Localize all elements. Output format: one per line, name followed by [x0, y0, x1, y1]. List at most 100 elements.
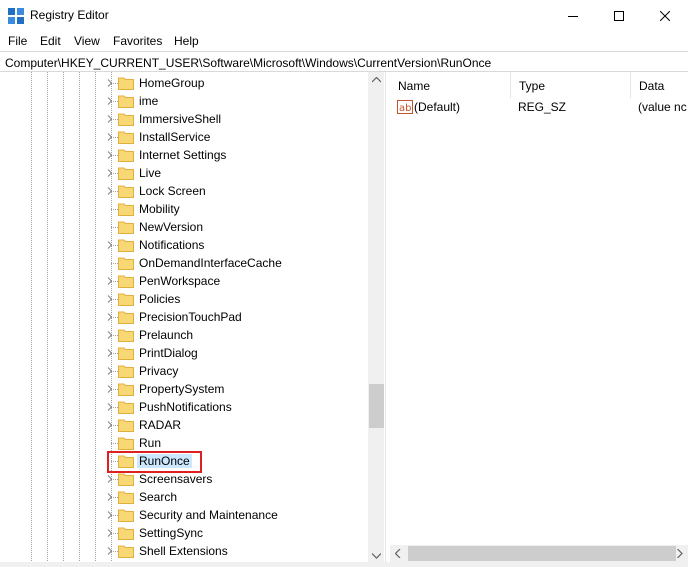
chevron-right-icon[interactable]	[106, 313, 114, 321]
tree-item[interactable]: Lock Screen	[0, 182, 368, 200]
chevron-right-icon[interactable]	[106, 385, 114, 393]
tree-item-label: SettingSync	[139, 526, 204, 540]
value-name: (Default)	[414, 100, 461, 114]
tree-item-label: Security and Maintenance	[139, 508, 278, 522]
string-value-icon: ab	[397, 100, 413, 114]
chevron-right-icon[interactable]	[106, 169, 114, 177]
tree-item-label: ImmersiveShell	[139, 112, 222, 126]
tree-item[interactable]: Shell Extensions	[0, 542, 368, 560]
chevron-right-icon[interactable]	[106, 277, 114, 285]
tree-item[interactable]: RADAR	[0, 416, 368, 434]
tree-item[interactable]: Security and Maintenance	[0, 506, 368, 524]
address-path[interactable]: Computer\HKEY_CURRENT_USER\Software\Micr…	[5, 56, 491, 70]
minimize-button[interactable]	[550, 0, 596, 31]
menu-file[interactable]: File	[8, 34, 27, 48]
tree-item[interactable]: Run	[0, 434, 368, 452]
scroll-up-icon[interactable]	[372, 77, 381, 83]
tree-item-label: Prelaunch	[139, 328, 194, 342]
column-header-data[interactable]: Data	[631, 72, 688, 98]
folder-icon	[118, 419, 134, 432]
tree-item[interactable]: PushNotifications	[0, 398, 368, 416]
status-bar	[0, 562, 688, 567]
menu-favorites[interactable]: Favorites	[113, 34, 162, 48]
chevron-right-icon[interactable]	[106, 151, 114, 159]
tree-item[interactable]: ImmersiveShell	[0, 110, 368, 128]
key-tree[interactable]: HomeGroup ime ImmersiveShell InstallService…	[0, 72, 384, 567]
tree-item[interactable]: Privacy	[0, 362, 368, 380]
menu-help[interactable]: Help	[174, 34, 199, 48]
tree-item[interactable]: HomeGroup	[0, 74, 368, 92]
chevron-right-icon[interactable]	[106, 349, 114, 357]
chevron-right-icon[interactable]	[106, 367, 114, 375]
maximize-button[interactable]	[596, 0, 642, 31]
scroll-right-icon[interactable]	[677, 549, 683, 558]
folder-icon	[118, 401, 134, 414]
scroll-left-icon[interactable]	[395, 549, 401, 558]
window-title: Registry Editor	[30, 8, 109, 22]
chevron-right-icon[interactable]	[106, 421, 114, 429]
minimize-icon	[568, 15, 578, 17]
tree-vertical-scrollbar[interactable]	[368, 72, 384, 567]
chevron-right-icon[interactable]	[106, 79, 114, 87]
tree-item[interactable]: Internet Settings	[0, 146, 368, 164]
menu-view[interactable]: View	[74, 34, 100, 48]
folder-icon	[118, 311, 134, 324]
tree-item[interactable]: NewVersion	[0, 218, 368, 236]
chevron-right-icon[interactable]	[106, 529, 114, 537]
folder-icon	[118, 95, 134, 108]
column-header-type[interactable]: Type	[511, 72, 631, 98]
folder-icon	[118, 77, 134, 90]
close-button[interactable]	[642, 0, 688, 31]
menu-edit[interactable]: Edit	[40, 34, 61, 48]
scroll-down-icon[interactable]	[372, 553, 381, 559]
chevron-right-icon[interactable]	[106, 295, 114, 303]
chevron-right-icon[interactable]	[106, 493, 114, 501]
chevron-right-icon[interactable]	[106, 241, 114, 249]
tree-scroll-thumb[interactable]	[369, 384, 384, 428]
list-horizontal-scrollbar[interactable]	[390, 545, 688, 562]
maximize-icon	[614, 10, 624, 21]
tree-item[interactable]: PropertySystem	[0, 380, 368, 398]
chevron-right-icon[interactable]	[106, 475, 114, 483]
folder-icon	[118, 257, 134, 270]
folder-icon	[118, 491, 134, 504]
tree-item[interactable]: Prelaunch	[0, 326, 368, 344]
list-scroll-thumb[interactable]	[408, 546, 676, 561]
chevron-right-icon[interactable]	[106, 511, 114, 519]
chevron-right-icon[interactable]	[106, 115, 114, 123]
folder-icon	[118, 185, 134, 198]
tree-item-label: Mobility	[139, 202, 180, 216]
tree-item[interactable]: OnDemandInterfaceCache	[0, 254, 368, 272]
chevron-right-icon[interactable]	[106, 97, 114, 105]
tree-item[interactable]: Mobility	[0, 200, 368, 218]
address-bar[interactable]: Computer\HKEY_CURRENT_USER\Software\Micr…	[0, 51, 688, 72]
tree-item-label: Internet Settings	[139, 148, 227, 162]
tree-item[interactable]: ime	[0, 92, 368, 110]
value-row[interactable]: ab (Default) REG_SZ (value nc	[390, 98, 688, 116]
tree-item-label: Run	[139, 436, 162, 450]
tree-item-label: ime	[139, 94, 159, 108]
tree-item[interactable]: Notifications	[0, 236, 368, 254]
value-list[interactable]: Name Type Data ab (Default) REG_SZ (valu…	[390, 72, 688, 567]
chevron-right-icon[interactable]	[106, 331, 114, 339]
tree-item[interactable]: Policies	[0, 290, 368, 308]
tree-item[interactable]: PenWorkspace	[0, 272, 368, 290]
tree-item[interactable]: InstallService	[0, 128, 368, 146]
folder-icon	[118, 347, 134, 360]
chevron-right-icon[interactable]	[106, 547, 114, 555]
chevron-right-icon[interactable]	[106, 403, 114, 411]
tree-item-label: InstallService	[139, 130, 211, 144]
tree-item[interactable]: PrintDialog	[0, 344, 368, 362]
column-header-name[interactable]: Name	[390, 72, 511, 98]
folder-icon	[118, 329, 134, 342]
highlight-annotation	[107, 451, 202, 473]
registry-editor-icon	[8, 8, 24, 24]
tree-item[interactable]: Live	[0, 164, 368, 182]
tree-item-label: NewVersion	[139, 220, 204, 234]
chevron-right-icon[interactable]	[106, 133, 114, 141]
tree-item[interactable]: SettingSync	[0, 524, 368, 542]
tree-item[interactable]: Search	[0, 488, 368, 506]
chevron-right-icon[interactable]	[106, 187, 114, 195]
tree-item[interactable]: PrecisionTouchPad	[0, 308, 368, 326]
folder-icon	[118, 113, 134, 126]
